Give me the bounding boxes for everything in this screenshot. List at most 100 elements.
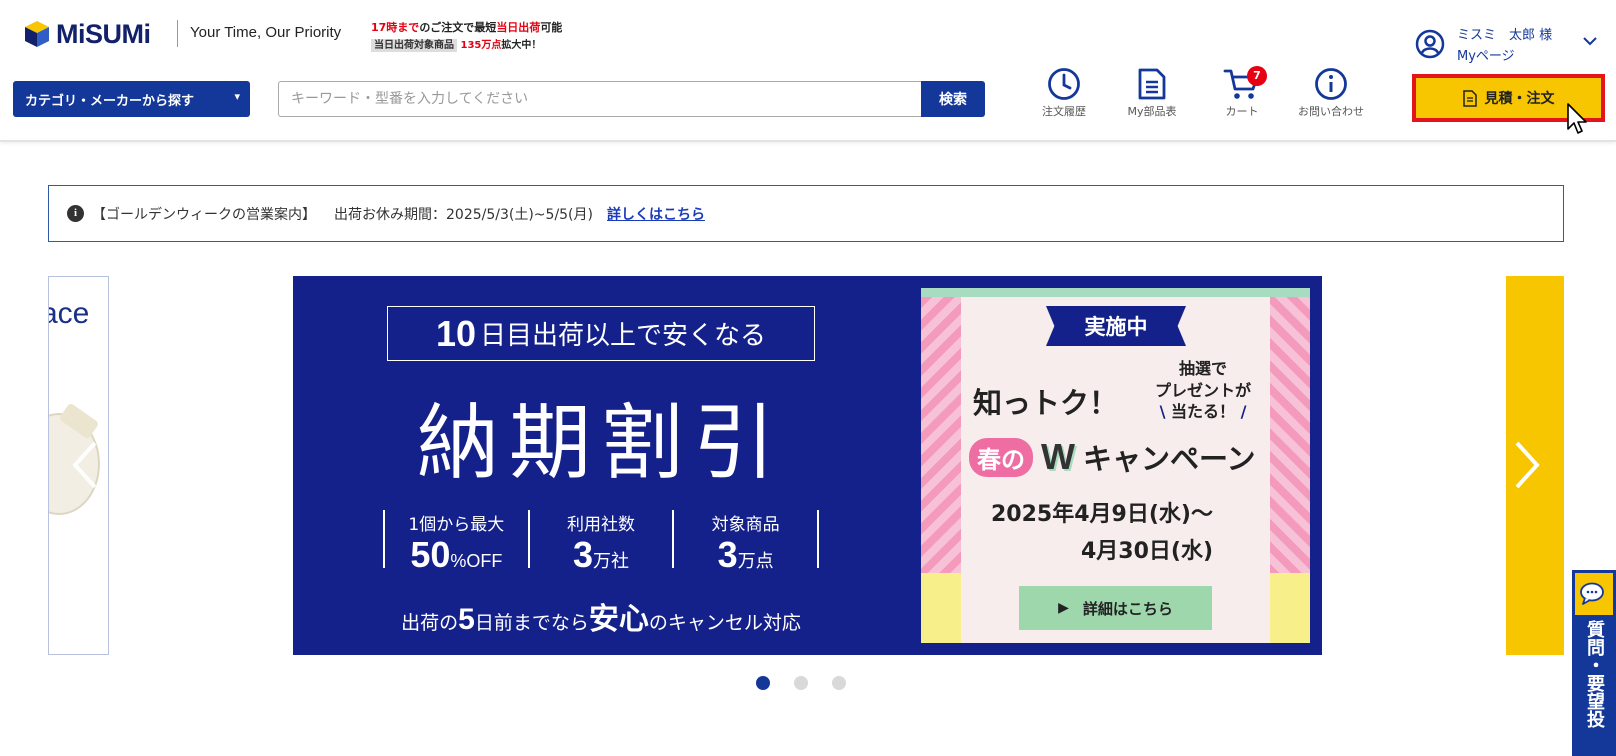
chevron-right-icon[interactable] <box>1512 440 1542 490</box>
misumi-cube-icon <box>25 21 49 47</box>
search-input[interactable] <box>278 81 922 117</box>
info-icon <box>1315 68 1347 100</box>
slash-decoration: \ <box>1159 402 1171 422</box>
banner-stats: 1個から最大 50%OFF 利用社数 3万社 対象商品 3万点 <box>383 510 820 574</box>
stat-number: 3 <box>572 534 594 575</box>
in-progress-ribbon: 実施中 <box>1046 306 1186 346</box>
notice-title: 【ゴールデンウィークの営業案内】 <box>92 206 316 223</box>
stat-number: 3 <box>717 534 738 575</box>
document-icon <box>1462 89 1477 107</box>
site-header: MiSUMi Your Time, Our Priority 17時までのご注文… <box>0 0 1616 142</box>
stat-value: 3万点 <box>674 535 817 575</box>
stat-label: 利用社数 <box>567 515 635 535</box>
campaign-title: 知っトク！ <box>973 386 1119 420</box>
user-name: ミスミ 太郎 様 <box>1457 28 1553 43</box>
carousel-dot-3[interactable] <box>832 676 846 690</box>
stat-label: 1個から最大 <box>408 515 505 535</box>
caret-down-icon: ▾ <box>234 90 240 103</box>
feedback-chat-tab[interactable]: 質問・要望投 <box>1572 570 1616 756</box>
stat-products: 対象商品 3万点 <box>672 510 820 574</box>
banner-subtitle: 10 日目出荷以上で安くなる <box>387 306 815 361</box>
notice-text: 出荷お休み期間：2025/5/3(土)~5/5(月) <box>334 206 593 223</box>
delivery-discount-banner[interactable]: 10 日目出荷以上で安くなる 納期割引 1個から最大 50%OFF 利用社数 3万… <box>293 276 1322 655</box>
inquiry-label: お問い合わせ <box>1298 105 1364 118</box>
promo-deadline: 17時まで <box>371 21 420 34</box>
carousel-dot-1[interactable] <box>756 676 770 690</box>
chat-icon-area <box>1575 573 1613 615</box>
stat-value: 50%OFF <box>385 535 528 575</box>
previous-slide-text: ace <box>49 297 90 330</box>
stat-number: 50 <box>410 534 451 575</box>
spring-badge: 春の <box>969 437 1033 477</box>
stat-unit: 万社 <box>593 551 630 571</box>
curtain-accent <box>1270 573 1310 643</box>
banner-main-title: 納期割引 <box>416 396 785 491</box>
nav-cart[interactable]: 7 カート <box>1197 66 1287 119</box>
quote-order-label: 見積・注文 <box>1484 91 1555 107</box>
stat-value: 3万社 <box>530 535 673 575</box>
banner-sub-number: 10 <box>435 312 477 354</box>
banner-sub-text: 日目出荷以上で安くなる <box>480 321 767 351</box>
lottery-line: プレゼントが <box>1154 380 1251 400</box>
campaign-end-date: 4月30日(水) <box>1081 539 1214 564</box>
info-icon: i <box>67 205 84 222</box>
footer-text: のキャンセル対応 <box>648 612 801 634</box>
category-maker-button[interactable]: カテゴリ・メーカーから探す ▾ <box>13 81 250 117</box>
footer-number: 5 <box>458 603 475 636</box>
document-list-icon <box>1138 68 1166 100</box>
chevron-left-icon[interactable] <box>70 440 100 490</box>
order-history-label: 注文履歴 <box>1042 105 1086 118</box>
notice-bar: i 【ゴールデンウィークの営業案内】 出荷お休み期間：2025/5/3(土)~5… <box>48 185 1564 242</box>
lottery-text: 抽選で プレゼントが \ 当たる！ / <box>1143 358 1263 423</box>
mouse-pointer-icon <box>1567 103 1587 134</box>
chat-tab-label: 質問・要望投 <box>1584 620 1605 728</box>
campaign-start-date: 2025年4月9日(水)～ <box>991 502 1213 527</box>
carousel-pagination <box>756 676 870 690</box>
left-curtain-decoration <box>921 297 961 643</box>
decorative-stripe <box>921 288 1310 297</box>
stat-discount: 1個から最大 50%OFF <box>383 510 528 574</box>
clock-icon <box>1048 68 1080 100</box>
w-letter: W <box>1041 436 1075 477</box>
slash-decoration: / <box>1235 402 1247 422</box>
promo-tag: 当日出荷対象商品 <box>371 39 457 52</box>
same-day-promo: 17時までのご注文で最短当日出荷可能 <box>371 19 562 35</box>
footer-text: 日前までなら <box>474 612 589 634</box>
cart-count-badge: 7 <box>1247 66 1267 86</box>
campaign-name: 春の W キャンペーン <box>969 436 1256 478</box>
footer-emphasis: 安心 <box>588 603 649 636</box>
footer-text: 出荷の <box>401 612 459 634</box>
stat-unit: 万点 <box>737 551 774 571</box>
stat-label: 対象商品 <box>711 515 780 535</box>
nav-my-parts[interactable]: My部品表 <box>1107 67 1197 119</box>
campaign-details-button[interactable]: ▶ 詳細はこちら <box>1019 586 1212 630</box>
nav-inquiry[interactable]: お問い合わせ <box>1286 67 1376 119</box>
category-button-label: カテゴリ・メーカーから探す <box>25 93 195 109</box>
campaign-word: キャンペーン <box>1082 442 1256 476</box>
nav-order-history[interactable]: 注文履歴 <box>1019 67 1109 119</box>
tagline: Your Time, Our Priority <box>190 24 342 41</box>
user-account-icon <box>1415 29 1445 59</box>
items-promo: 当日出荷対象商品 135万点拡大中！ <box>371 36 542 52</box>
right-curtain-decoration <box>1270 297 1310 643</box>
carousel-dot-2[interactable] <box>794 676 808 690</box>
lottery-line: 抽選で <box>1178 359 1227 378</box>
logo-wordmark: MiSUMi <box>56 18 151 49</box>
logo-divider <box>177 20 178 47</box>
curtain-accent <box>921 573 961 643</box>
play-icon: ▶ <box>1058 600 1069 616</box>
cart-label: カート <box>1225 105 1259 118</box>
promo-count: 135万点 <box>460 40 502 51</box>
banner-footer: 出荷の5日前までなら安心のキャンセル対応 <box>383 594 819 638</box>
notice-details-link[interactable]: 詳しくはこちら <box>607 204 705 224</box>
stat-companies: 利用社数 3万社 <box>527 510 673 574</box>
stat-unit: %OFF <box>450 551 503 571</box>
search-button[interactable]: 検索 <box>921 81 985 117</box>
chevron-down-icon[interactable] <box>1582 36 1598 46</box>
lottery-line: 当たる！ <box>1170 402 1235 422</box>
misumi-logo[interactable]: MiSUMi <box>24 18 151 50</box>
promo-text: のご注文で最短 <box>419 21 497 34</box>
promo-expand-text: 拡大中！ <box>501 40 542 51</box>
my-page-link[interactable]: Myページ <box>1457 45 1515 64</box>
spring-campaign-panel[interactable]: 実施中 知っトク！ 抽選で プレゼントが \ 当たる！ / 春の W キャンペー… <box>921 288 1310 643</box>
